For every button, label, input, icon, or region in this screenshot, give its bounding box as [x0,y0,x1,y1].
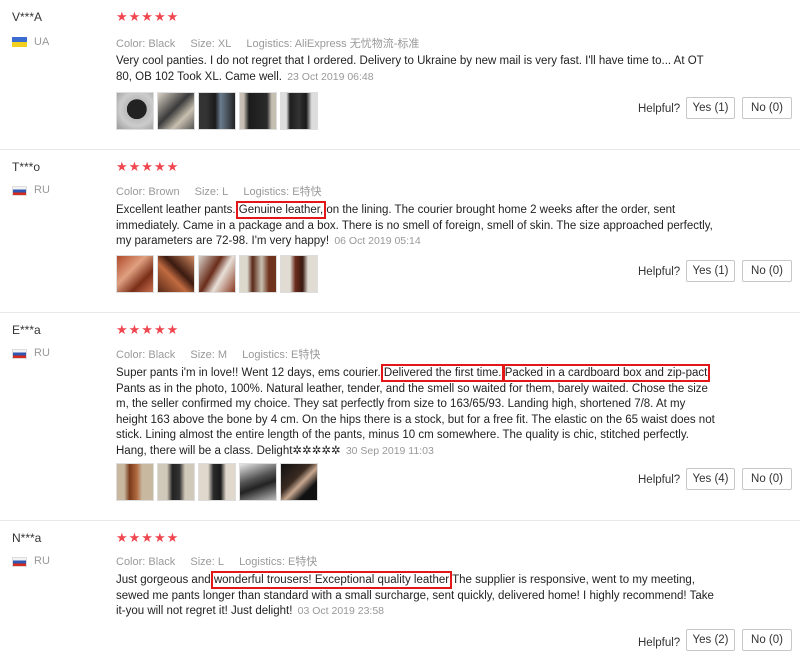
ukraine-flag-icon [12,37,27,47]
rating-stars: ★★★★★ [116,9,180,24]
review-photo[interactable] [198,92,236,130]
color-info: Color: Black [116,349,176,361]
logistics-info: Logistics: E特快 [242,349,321,361]
highlighted-phrase: wonderful trousers! Exceptional quality … [210,571,453,589]
review-date: 30 Sep 2019 11:03 [345,444,434,457]
size-info: Size: L [194,186,229,198]
logistics-info: Logistics: E特快 [243,186,322,198]
helpful-yes-button[interactable]: Yes (1) [686,97,735,119]
helpful-no-button[interactable]: No (0) [742,260,792,282]
helpful-yes-button[interactable]: Yes (4) [686,468,735,490]
review-photo[interactable] [157,92,195,130]
review-photos [116,255,318,293]
russia-flag-icon [12,557,27,567]
review-photo[interactable] [280,92,318,130]
russia-flag-icon [12,349,27,359]
review-photo[interactable] [198,463,236,501]
reviewer-country: RU [34,347,50,359]
review-item: V***A UA ★★★★★ Color: Black Size: XL Log… [0,0,800,150]
reviewer-name: E***a [12,323,41,337]
logistics-info: Logistics: AliExpress 无忧物流-标准 [246,38,420,50]
review-date: 06 Oct 2019 05:14 [334,235,421,248]
review-photo[interactable] [198,255,236,293]
review-photos [116,92,318,130]
size-info: Size: L [190,556,224,568]
rating-stars: ★★★★★ [116,322,180,337]
reviewer-country: RU [34,555,50,567]
review-photo[interactable] [280,463,318,501]
logistics-info: Logistics: E特快 [239,556,318,568]
color-info: Color: Black [116,38,176,50]
helpful-label: Helpful? [638,103,681,115]
highlighted-phrase: Genuine leather, [235,201,327,219]
russia-flag-icon [12,186,27,196]
review-text: Excellent leather pants. Genuine leather… [116,201,713,248]
review-info: Color: Black Size: L Logistics: E特快 [116,553,329,569]
review-photo[interactable] [116,92,154,130]
reviewer-name: T***o [12,160,41,174]
review-photo[interactable] [157,255,195,293]
review-info: Color: Black Size: M Logistics: E特快 [116,346,332,362]
review-photo[interactable] [239,463,277,501]
review-date: 23 Oct 2019 06:48 [287,70,374,83]
reviewer-name: V***A [12,10,43,24]
review-text: Very cool panties. I do not regret that … [116,55,704,83]
review-text: Just gorgeous and wonderful trousers! Ex… [116,571,714,618]
review-photos [116,463,318,501]
helpful-yes-button[interactable]: Yes (1) [686,260,735,282]
helpful-label: Helpful? [638,266,681,278]
helpful-no-button[interactable]: No (0) [742,97,792,119]
highlighted-phrase: Packed in a cardboard box and zip-pact [501,364,711,382]
helpful-yes-button[interactable]: Yes (2) [686,629,735,651]
helpful-no-button[interactable]: No (0) [742,468,792,490]
color-info: Color: Black [116,556,176,568]
review-photo[interactable] [116,463,154,501]
review-photo[interactable] [239,255,277,293]
review-photo[interactable] [116,255,154,293]
review-photo[interactable] [157,463,195,501]
size-info: Size: XL [190,38,232,50]
review-date: 03 Oct 2019 23:58 [297,605,385,618]
review-photo[interactable] [239,92,277,130]
size-info: Size: M [190,349,228,361]
review-item: T***o RU ★★★★★ Color: Brown Size: L Logi… [0,150,800,313]
helpful-no-button[interactable]: No (0) [742,629,792,651]
review-info: Color: Black Size: XL Logistics: AliExpr… [116,35,431,51]
color-info: Color: Brown [116,186,180,198]
helpful-label: Helpful? [638,474,681,486]
rating-stars: ★★★★★ [116,530,180,545]
reviewer-country: UA [34,36,50,48]
review-item: N***a RU ★★★★★ Color: Black Size: L Logi… [0,521,800,656]
rating-stars: ★★★★★ [116,159,180,174]
review-info: Color: Brown Size: L Logistics: E特快 [116,183,334,199]
reviewer-country: RU [34,184,50,196]
review-text: Super pants i'm in love!! Went 12 days, … [116,364,715,457]
highlighted-phrase: Delivered the first time. [380,364,505,382]
reviewer-name: N***a [12,531,42,545]
helpful-label: Helpful? [638,637,681,649]
review-item: E***a RU ★★★★★ Color: Black Size: M Logi… [0,313,800,521]
review-photo[interactable] [280,255,318,293]
